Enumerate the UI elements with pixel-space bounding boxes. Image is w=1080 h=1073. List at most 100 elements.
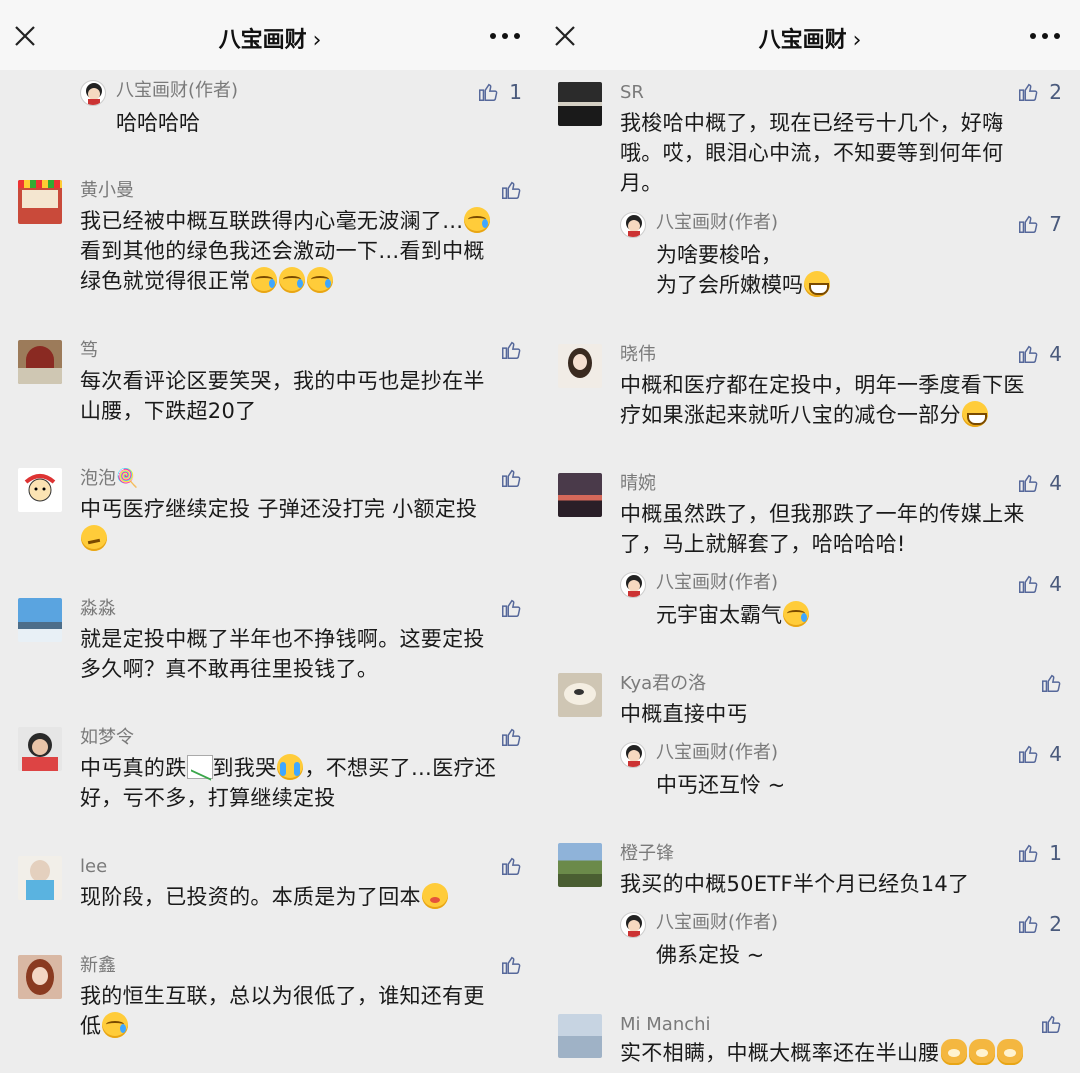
comment-author-name[interactable]: 新鑫 (80, 955, 116, 977)
crying-emoji (277, 754, 304, 780)
top-bar: 八宝画财 › (0, 0, 540, 70)
like-button[interactable]: 4 (1017, 572, 1062, 596)
chevron-right-icon: › (852, 28, 862, 53)
like-button[interactable] (1040, 671, 1062, 695)
like-button[interactable] (500, 466, 522, 490)
more-icon[interactable] (1030, 33, 1060, 41)
user-avatar[interactable] (558, 843, 602, 887)
comment-text-line2: 山腰，下跌超20了 (80, 399, 257, 423)
comment-author-name[interactable]: SR (620, 82, 644, 104)
author-avatar[interactable] (80, 80, 106, 106)
thumbs-up-icon (502, 341, 521, 359)
like-count: 4 (1049, 572, 1062, 596)
comment-text: 我已经被中概互联跌得内心毫无波澜了… (80, 206, 520, 236)
comment-author-name[interactable]: 淼淼 (80, 598, 116, 620)
like-button[interactable]: 1 (1017, 841, 1062, 865)
comment-text-line2 (80, 524, 520, 554)
reply-author-name[interactable]: 八宝画财(作者) (656, 212, 778, 234)
thumbs-up-icon (502, 469, 521, 487)
author-avatar[interactable] (620, 572, 646, 598)
user-avatar[interactable] (18, 856, 62, 900)
account-title-button[interactable]: 八宝画财 › (0, 22, 540, 54)
reply-author-name[interactable]: 八宝画财(作者) (656, 572, 778, 594)
laugh-cry-emoji (251, 267, 278, 293)
reply-author-name[interactable]: 八宝画财(作者) (656, 912, 778, 934)
comment-author-name[interactable]: Kya君の洛 (620, 673, 706, 695)
thumbs-up-icon (1019, 915, 1038, 933)
thumbs-up-icon (502, 599, 521, 617)
like-button[interactable]: 7 (1017, 212, 1062, 236)
comment-text: 中概虽然跌了，但我那跌了一年的传媒上来 (620, 502, 1025, 526)
like-button[interactable] (1040, 1012, 1062, 1036)
like-button[interactable]: 4 (1017, 342, 1062, 366)
user-avatar[interactable] (18, 180, 62, 224)
comment-text: 每次看评论区要笑哭，我的中丐也是抄在半 (80, 369, 485, 393)
author-avatar[interactable] (620, 212, 646, 238)
left-panel: 八宝画财 › 八宝画财(作者) 哈哈哈哈 1 黄小曼 我已经被中概互联跌得内心毫… (0, 0, 540, 1073)
like-count: 1 (509, 80, 522, 104)
laugh-cry-emoji (307, 267, 334, 293)
comment-text-line2: 多久啊？真不敢再往里投钱了。 (80, 657, 379, 681)
comment-text-line2: 低 (80, 1011, 520, 1041)
comment-author-name[interactable]: 泡泡🍭 (80, 468, 138, 490)
top-bar: 八宝画财 › (540, 0, 1080, 70)
grinning-emoji (804, 271, 830, 297)
user-avatar[interactable] (18, 340, 62, 384)
dog-face-emoji (968, 1039, 995, 1065)
like-button[interactable]: 1 (477, 80, 522, 104)
user-avatar[interactable] (558, 1014, 602, 1058)
comment-text-line3: 绿色就觉得很正常 (80, 266, 520, 296)
like-button[interactable] (500, 596, 522, 620)
screen: 八宝画财 › 八宝画财(作者) 哈哈哈哈 1 黄小曼 我已经被中概互联跌得内心毫… (0, 0, 1080, 1073)
like-count: 4 (1049, 742, 1062, 766)
like-button[interactable]: 4 (1017, 471, 1062, 495)
like-button[interactable]: 2 (1017, 80, 1062, 104)
thumbs-up-icon (502, 728, 521, 746)
comment-text: 中概直接中丐 (620, 702, 748, 726)
comment-text-line2: 好，亏不多，打算继续定投 (80, 786, 336, 810)
like-button[interactable] (500, 854, 522, 878)
thumbs-up-icon (1019, 83, 1038, 101)
user-avatar[interactable] (18, 468, 62, 512)
more-icon[interactable] (490, 33, 520, 41)
account-title-button[interactable]: 八宝画财 › (540, 22, 1080, 54)
comment-author-name[interactable]: 晓伟 (620, 344, 656, 366)
comment-text: 实不相瞒，中概大概率还在半山腰 (620, 1038, 1060, 1068)
thumbs-up-icon (1019, 745, 1038, 763)
like-count: 7 (1049, 212, 1062, 236)
like-count: 2 (1049, 912, 1062, 936)
like-button[interactable] (500, 725, 522, 749)
author-avatar[interactable] (620, 912, 646, 938)
user-avatar[interactable] (18, 955, 62, 999)
comment-author-name[interactable]: 黄小曼 (80, 180, 134, 202)
reply-text: 元宇宙太霸气 (656, 600, 1056, 630)
comment-text-line2: 哦。哎，眼泪心中流，不知要等到何年何 (620, 141, 1004, 165)
author-avatar[interactable] (620, 742, 646, 768)
like-button[interactable]: 2 (1017, 912, 1062, 936)
user-avatar[interactable] (558, 82, 602, 126)
comment-author-name[interactable]: 如梦令 (80, 727, 134, 749)
comment-text: 现阶段，已投资的。本质是为了回本 (80, 882, 520, 912)
comment-author-name[interactable]: 晴婉 (620, 473, 656, 495)
comment-author-name[interactable]: 橙子锋 (620, 843, 674, 865)
grinning-emoji (961, 401, 988, 427)
comment-text-line2: 看到其他的绿色我还会激动一下…看到中概 (80, 239, 485, 263)
like-button[interactable]: 4 (1017, 742, 1062, 766)
user-avatar[interactable] (558, 344, 602, 388)
comment-author-name[interactable]: 笃 (80, 340, 98, 362)
thumbs-up-icon (1019, 215, 1038, 233)
reply-author-name[interactable]: 八宝画财(作者) (116, 80, 238, 102)
like-button[interactable] (500, 178, 522, 202)
user-avatar[interactable] (558, 473, 602, 517)
user-avatar[interactable] (18, 598, 62, 642)
like-button[interactable] (500, 953, 522, 977)
thumbs-up-icon (479, 83, 498, 101)
like-count: 1 (1049, 841, 1062, 865)
laugh-cry-emoji (279, 267, 306, 293)
reply-author-name[interactable]: 八宝画财(作者) (656, 742, 778, 764)
like-button[interactable] (500, 338, 522, 362)
comment-author-name[interactable]: Mi Manchi (620, 1014, 711, 1036)
user-avatar[interactable] (558, 673, 602, 717)
user-avatar[interactable] (18, 727, 62, 771)
comment-author-name[interactable]: lee (80, 856, 107, 878)
